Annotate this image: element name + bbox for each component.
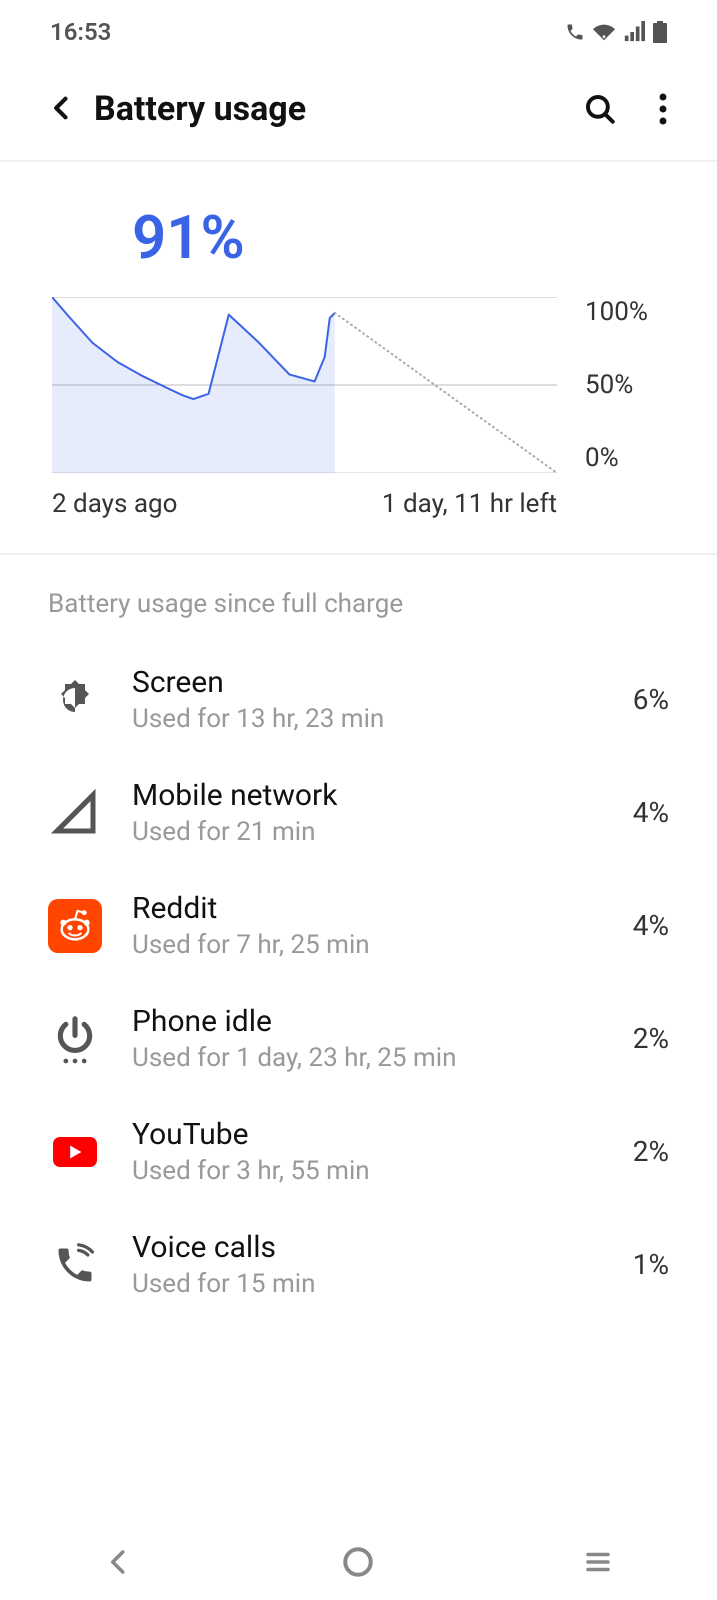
usage-name: Reddit xyxy=(132,891,633,926)
signal-icon xyxy=(623,21,645,43)
y-tick-0: 0% xyxy=(585,443,665,473)
usage-name: Mobile network xyxy=(132,778,633,813)
section-header: Battery usage since full charge xyxy=(0,555,717,643)
usage-percent: 2% xyxy=(633,1135,669,1168)
usage-name: Screen xyxy=(132,665,633,700)
usage-text: Reddit Used for 7 hr, 25 min xyxy=(132,891,633,960)
usage-name: Voice calls xyxy=(132,1230,633,1265)
usage-list: Screen Used for 13 hr, 23 min 6% Mobile … xyxy=(0,643,717,1321)
usage-percent: 1% xyxy=(633,1248,669,1281)
clock: 16:53 xyxy=(50,18,111,46)
usage-subtitle: Used for 7 hr, 25 min xyxy=(132,930,633,960)
phone-icon xyxy=(48,1238,102,1292)
usage-item[interactable]: YouTube Used for 3 hr, 55 min 2% xyxy=(0,1095,717,1208)
back-button[interactable] xyxy=(24,84,94,134)
nav-home-button[interactable] xyxy=(341,1545,375,1583)
usage-subtitle: Used for 15 min xyxy=(132,1269,633,1299)
brightness-icon xyxy=(48,673,102,727)
usage-percent: 4% xyxy=(633,909,669,942)
phone-call-icon xyxy=(565,22,585,42)
usage-text: Mobile network Used for 21 min xyxy=(132,778,633,847)
usage-name: YouTube xyxy=(132,1117,633,1152)
chevron-left-icon xyxy=(48,94,76,122)
y-tick-100: 100% xyxy=(585,297,665,327)
nav-recents-button[interactable] xyxy=(583,1547,613,1581)
search-icon xyxy=(583,92,617,126)
wifi-icon xyxy=(593,21,615,43)
usage-text: Phone idle Used for 1 day, 23 hr, 25 min xyxy=(132,1004,633,1073)
usage-name: Phone idle xyxy=(132,1004,633,1039)
usage-text: Screen Used for 13 hr, 23 min xyxy=(132,665,633,734)
system-nav-bar xyxy=(0,1528,717,1600)
usage-item[interactable]: Reddit Used for 7 hr, 25 min 4% xyxy=(0,869,717,982)
youtube-icon xyxy=(48,1125,102,1179)
usage-percent: 4% xyxy=(633,796,669,829)
power-icon xyxy=(48,1012,102,1066)
circle-icon xyxy=(341,1545,375,1579)
overflow-menu-button[interactable] xyxy=(649,82,677,136)
hamburger-icon xyxy=(583,1547,613,1577)
usage-text: Voice calls Used for 15 min xyxy=(132,1230,633,1299)
y-axis-labels: 100% 50% 0% xyxy=(585,297,665,473)
nav-back-button[interactable] xyxy=(104,1547,134,1581)
battery-percent: 91% xyxy=(132,202,665,273)
x-start-label: 2 days ago xyxy=(52,489,305,519)
chevron-left-icon xyxy=(104,1547,134,1577)
usage-percent: 6% xyxy=(633,683,669,716)
status-bar: 16:53 xyxy=(0,0,717,58)
battery-chart-section: 91% 100% 50% 0% 2 days ago 1 day, 11 hr … xyxy=(0,162,717,553)
app-bar: Battery usage xyxy=(0,58,717,160)
usage-item[interactable]: Screen Used for 13 hr, 23 min 6% xyxy=(0,643,717,756)
y-tick-50: 50% xyxy=(585,370,665,400)
usage-percent: 2% xyxy=(633,1022,669,1055)
x-end-label: 1 day, 11 hr left xyxy=(305,489,558,519)
status-icons xyxy=(565,21,667,43)
search-button[interactable] xyxy=(573,82,627,136)
battery-icon xyxy=(653,21,667,43)
battery-chart[interactable] xyxy=(52,297,557,473)
usage-item[interactable]: Phone idle Used for 1 day, 23 hr, 25 min… xyxy=(0,982,717,1095)
usage-subtitle: Used for 1 day, 23 hr, 25 min xyxy=(132,1043,633,1073)
usage-subtitle: Used for 21 min xyxy=(132,817,633,847)
usage-subtitle: Used for 3 hr, 55 min xyxy=(132,1156,633,1186)
usage-item[interactable]: Voice calls Used for 15 min 1% xyxy=(0,1208,717,1321)
reddit-icon xyxy=(48,899,102,953)
usage-text: YouTube Used for 3 hr, 55 min xyxy=(132,1117,633,1186)
x-axis-labels: 2 days ago 1 day, 11 hr left xyxy=(52,489,665,519)
page-title: Battery usage xyxy=(94,89,573,129)
usage-item[interactable]: Mobile network Used for 21 min 4% xyxy=(0,756,717,869)
usage-subtitle: Used for 13 hr, 23 min xyxy=(132,704,633,734)
more-vert-icon xyxy=(659,92,667,126)
signal-icon xyxy=(48,786,102,840)
